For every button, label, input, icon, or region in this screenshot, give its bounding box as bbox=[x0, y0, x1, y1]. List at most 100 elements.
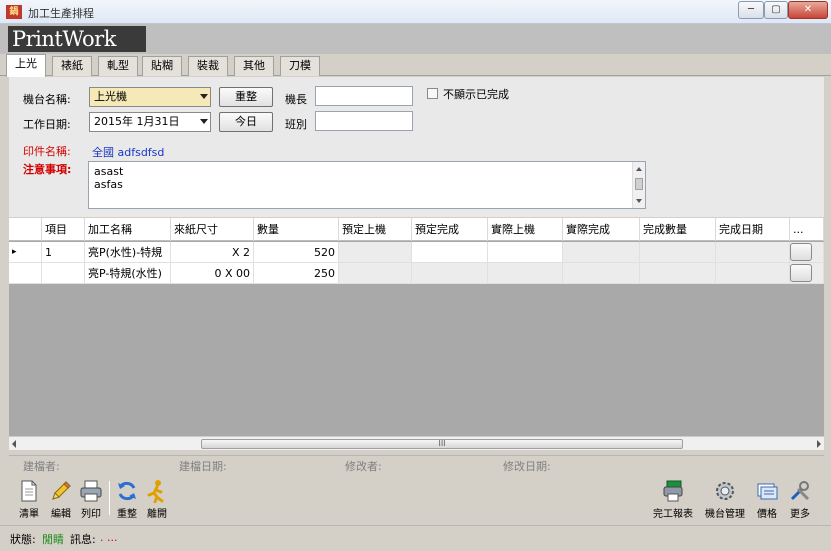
hide-completed-checkbox[interactable] bbox=[427, 88, 438, 99]
date-picker[interactable]: 2015年 1月31日 bbox=[89, 112, 211, 132]
scroll-up-icon[interactable] bbox=[636, 167, 642, 171]
more-button[interactable]: 更多 bbox=[783, 479, 817, 520]
cell-done-date[interactable] bbox=[716, 263, 790, 284]
col-done-qty[interactable]: 完成數量 bbox=[640, 218, 716, 241]
col-actual-start[interactable]: 實際上機 bbox=[488, 218, 563, 241]
cell-done-qty[interactable] bbox=[640, 263, 716, 284]
price-button[interactable]: 價格 bbox=[751, 479, 783, 520]
col-item[interactable]: 項目 bbox=[42, 218, 85, 241]
status-message-value: . ... bbox=[100, 531, 118, 544]
tab-die-mold[interactable]: 刀模 bbox=[280, 56, 320, 76]
tab-mounting[interactable]: 裱紙 bbox=[52, 56, 92, 76]
edit-button[interactable]: 編輯 bbox=[45, 479, 77, 520]
print-button-label: 列印 bbox=[81, 509, 101, 520]
notes-label: 注意事項: bbox=[23, 163, 72, 176]
refresh-button[interactable]: 重整 bbox=[111, 479, 143, 520]
notes-line: asast bbox=[94, 165, 124, 178]
scroll-thumb[interactable] bbox=[635, 178, 643, 190]
col-planned-finish[interactable]: 預定完成 bbox=[412, 218, 488, 241]
grid-corner bbox=[9, 218, 42, 241]
edit-button-label: 編輯 bbox=[51, 509, 71, 520]
schedule-filter-panel: 機台名稱: 上光機 重整 機長 不顯示已完成 工作日期: 2015年 1月31日… bbox=[9, 77, 824, 217]
print-button[interactable]: 列印 bbox=[75, 479, 107, 520]
machine-gear-icon bbox=[716, 482, 734, 500]
list-button-label: 清單 bbox=[19, 509, 39, 520]
table-row[interactable]: ▸ 1 亮P(水性)-特規 X 2 520 bbox=[9, 242, 824, 263]
cell-quantity[interactable]: 250 bbox=[254, 263, 339, 284]
col-done-date[interactable]: 完成日期 bbox=[716, 218, 790, 241]
pencil-icon bbox=[52, 481, 71, 500]
completion-report-label: 完工報表 bbox=[653, 509, 693, 520]
col-quantity[interactable]: 數量 bbox=[254, 218, 339, 241]
row-selector-icon[interactable]: ▸ bbox=[9, 242, 42, 263]
notes-scrollbar[interactable] bbox=[632, 162, 645, 208]
today-button[interactable]: 今日 bbox=[219, 112, 273, 132]
exit-icon bbox=[147, 480, 164, 503]
notes-line: asfas bbox=[94, 178, 123, 191]
leader-field[interactable] bbox=[315, 86, 413, 106]
cell-done-qty[interactable] bbox=[640, 242, 716, 263]
cell-paper-size[interactable]: 0 X 00 bbox=[171, 263, 254, 284]
tab-cutting[interactable]: 裝裁 bbox=[188, 56, 228, 76]
col-paper-size[interactable]: 來紙尺寸 bbox=[171, 218, 254, 241]
report-icon bbox=[663, 480, 683, 502]
job-name-label: 印件名稱: bbox=[23, 145, 71, 158]
scroll-down-icon[interactable] bbox=[636, 199, 642, 203]
cell-planned-finish[interactable] bbox=[412, 242, 488, 263]
row-detail-button[interactable] bbox=[790, 243, 812, 261]
shift-label: 班別 bbox=[285, 118, 307, 131]
cell-process-name[interactable]: 亮P(水性)-特規 bbox=[85, 242, 171, 263]
cell-item bbox=[42, 263, 85, 284]
machine-label: 機台名稱: bbox=[23, 93, 71, 106]
app-logo-icon: 鍋 bbox=[6, 5, 22, 19]
machine-select[interactable]: 上光機 bbox=[89, 87, 211, 107]
leader-label: 機長 bbox=[285, 93, 307, 106]
job-name-link[interactable]: 全國 adfsdfsd bbox=[92, 144, 164, 160]
cell-planned-start[interactable] bbox=[339, 242, 412, 263]
modifier-label: 修改者: bbox=[345, 460, 382, 473]
cell-actual-finish[interactable] bbox=[563, 242, 640, 263]
machine-select-value: 上光機 bbox=[94, 90, 127, 103]
maximize-button[interactable]: ▢ bbox=[764, 1, 788, 19]
cell-planned-finish[interactable] bbox=[412, 263, 488, 284]
row-detail-button[interactable] bbox=[790, 264, 812, 282]
col-actual-finish[interactable]: 實際完成 bbox=[563, 218, 640, 241]
machine-management-button[interactable]: 機台管理 bbox=[701, 479, 749, 520]
minimize-button[interactable]: ─ bbox=[738, 1, 764, 19]
row-selector[interactable] bbox=[9, 263, 42, 284]
completion-report-button[interactable]: 完工報表 bbox=[649, 479, 697, 520]
cell-process-name[interactable]: 亮P-特規(水性) bbox=[85, 263, 171, 284]
audit-info-bar: 建檔者: 建檔日期: 修改者: 修改日期: bbox=[9, 455, 824, 473]
status-state-label: 狀態: bbox=[10, 533, 36, 546]
printer-icon bbox=[80, 480, 102, 502]
tab-strip: 上光 裱紙 軋型 貼糊 裝裁 其他 刀模 bbox=[0, 54, 831, 77]
scroll-right-icon[interactable] bbox=[817, 440, 821, 448]
scroll-left-icon[interactable] bbox=[12, 440, 16, 448]
cell-actual-start[interactable] bbox=[488, 242, 563, 263]
tab-other[interactable]: 其他 bbox=[234, 56, 274, 76]
col-more[interactable]: ... bbox=[790, 218, 824, 241]
cell-quantity[interactable]: 520 bbox=[254, 242, 339, 263]
toolbar-divider bbox=[109, 481, 110, 515]
tab-glazing[interactable]: 上光 bbox=[6, 54, 46, 77]
cell-done-date[interactable] bbox=[716, 242, 790, 263]
tab-die-cutting[interactable]: 軋型 bbox=[98, 56, 138, 76]
reset-button[interactable]: 重整 bbox=[219, 87, 273, 107]
table-row[interactable]: 亮P-特規(水性) 0 X 00 250 bbox=[9, 263, 824, 284]
exit-button[interactable]: 離開 bbox=[141, 479, 173, 520]
close-button[interactable]: ✕ bbox=[788, 1, 828, 19]
refresh-icon bbox=[118, 481, 136, 501]
cell-actual-start[interactable] bbox=[488, 263, 563, 284]
status-state-value: 閒睛 bbox=[42, 533, 64, 546]
cell-paper-size[interactable]: X 2 bbox=[171, 242, 254, 263]
cell-planned-start[interactable] bbox=[339, 263, 412, 284]
scroll-thumb[interactable]: III bbox=[201, 439, 683, 449]
cell-actual-finish[interactable] bbox=[563, 263, 640, 284]
shift-field[interactable] bbox=[315, 111, 413, 131]
col-process-name[interactable]: 加工名稱 bbox=[85, 218, 171, 241]
grid-horizontal-scrollbar[interactable]: III bbox=[9, 436, 824, 450]
tab-gluing[interactable]: 貼糊 bbox=[142, 56, 182, 76]
col-planned-start[interactable]: 預定上機 bbox=[339, 218, 412, 241]
list-button[interactable]: 清單 bbox=[13, 479, 45, 520]
notes-textarea[interactable]: asast asfas bbox=[88, 161, 646, 209]
